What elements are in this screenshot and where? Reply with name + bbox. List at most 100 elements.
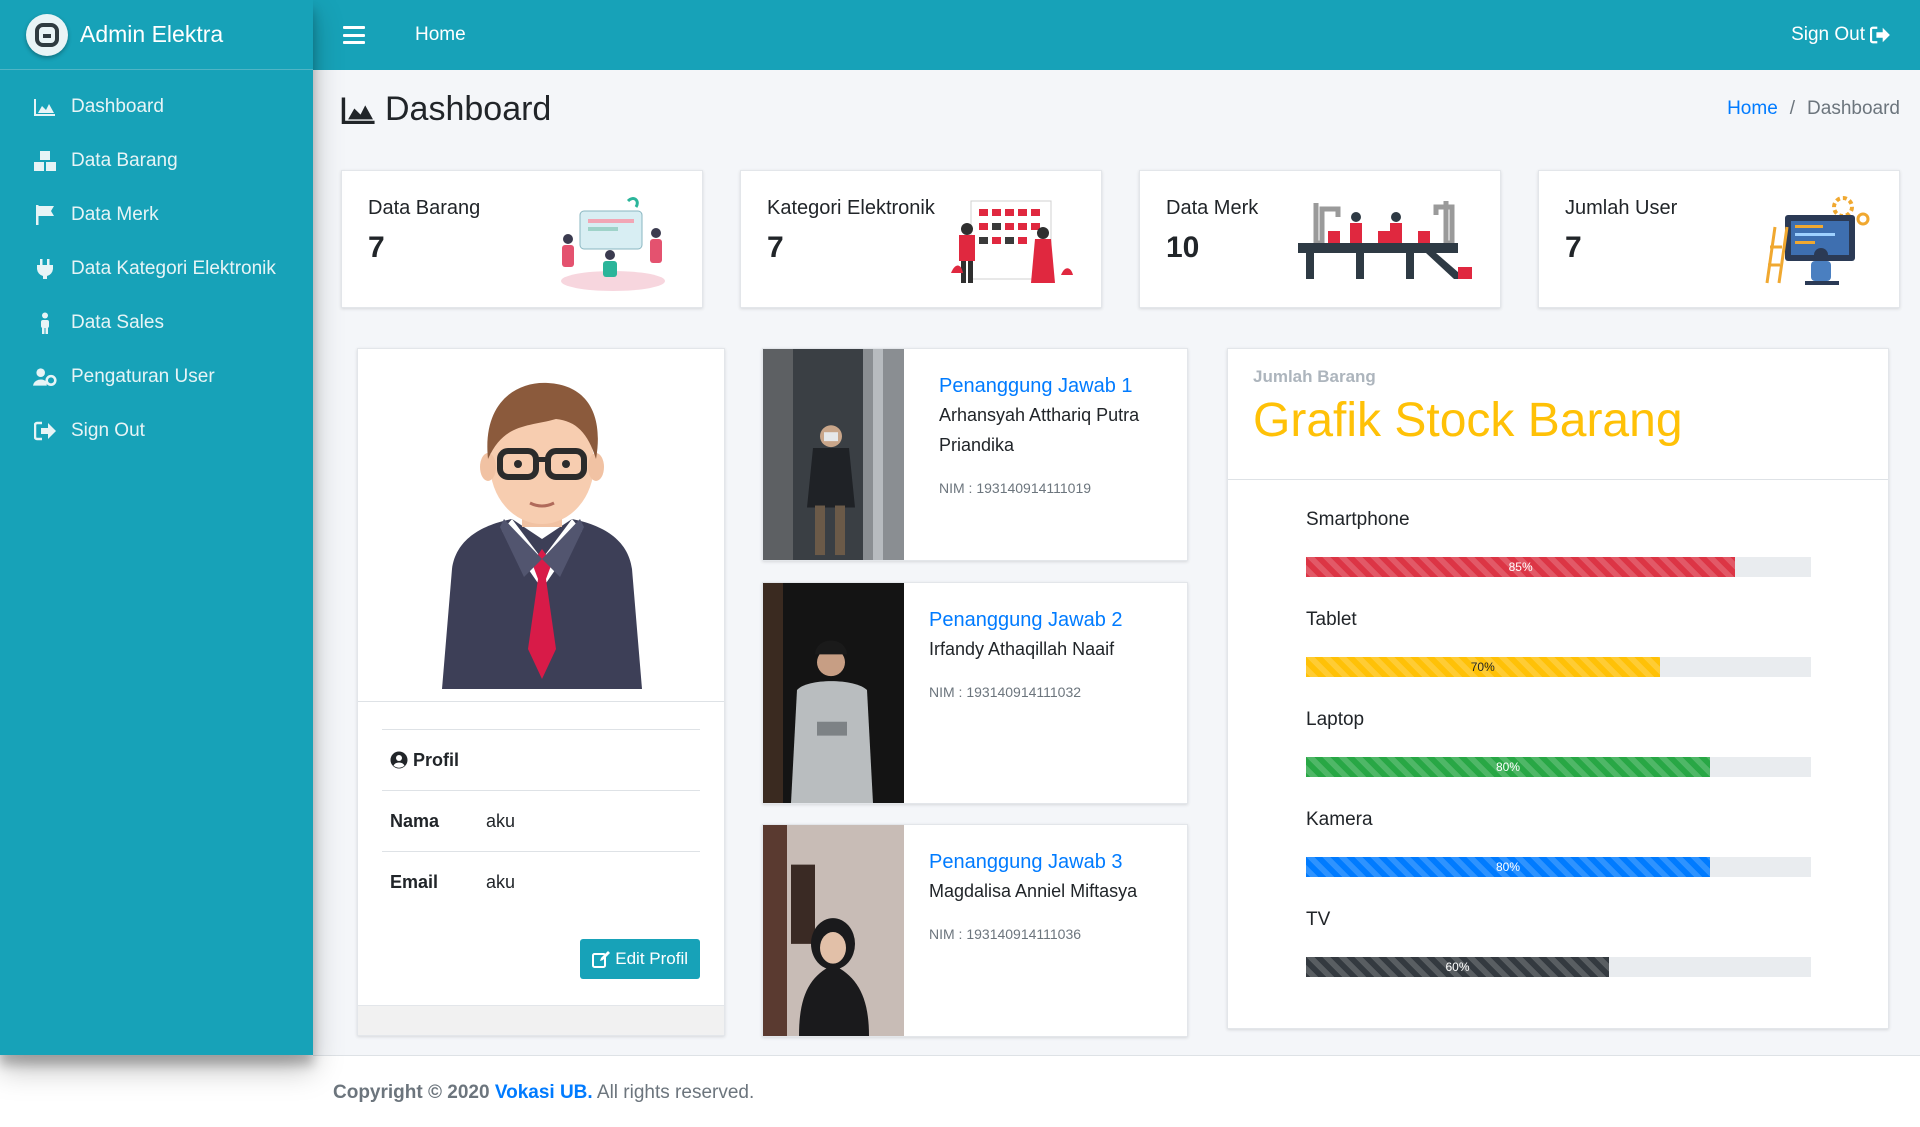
breadcrumb-separator: / <box>1789 98 1796 119</box>
breadcrumb-home[interactable]: Home <box>1727 98 1778 120</box>
chart-subtitle: Jumlah Barang <box>1253 367 1376 386</box>
progress-group-kamera: Kamera 80% <box>1306 809 1811 877</box>
progress-track: 60% <box>1306 957 1811 977</box>
sidebar-item-data-kategori-elektronik[interactable]: Data Kategori Elektronik <box>0 242 313 296</box>
person-card-3: Penanggung Jawab 3 Magdalisa Anniel Mift… <box>762 824 1188 1037</box>
profile-key: Email <box>390 871 439 892</box>
profile-heading: Profil <box>390 750 459 771</box>
person-card-1: Penanggung Jawab 1 Arhansyah Atthariq Pu… <box>762 348 1188 561</box>
person-title[interactable]: Penanggung Jawab 3 <box>929 851 1137 874</box>
profile-value: aku <box>486 871 516 892</box>
profile-card: Profil Nama aku Email aku Edit Profil <box>357 348 725 1036</box>
person-card-2: Penanggung Jawab 2 Irfandy Athaqillah Na… <box>762 582 1188 804</box>
sidebar-item-label: Data Sales <box>71 312 164 333</box>
sidebar-item-dashboard[interactable]: Dashboard <box>0 80 313 134</box>
stat-card-jumlah-user: Jumlah User 7 <box>1538 170 1900 308</box>
edit-profile-label: Edit Profil <box>615 949 688 968</box>
progress-group-smartphone: Smartphone 85% <box>1306 509 1811 577</box>
progress-group-tablet: Tablet 70% <box>1306 609 1811 677</box>
menu-toggle-icon[interactable] <box>343 26 365 44</box>
person-title[interactable]: Penanggung Jawab 2 <box>929 609 1123 632</box>
profile-value: aku <box>486 810 516 831</box>
stat-value: 7 <box>368 231 385 264</box>
brand-logo <box>26 13 68 56</box>
progress-bar-tablet: 70% <box>1306 657 1660 677</box>
progress-bar-smartphone: 85% <box>1306 557 1736 577</box>
footer-rights: All rights reserved. <box>592 1082 755 1103</box>
sidebar-item-sign-out[interactable]: Sign Out <box>0 404 313 458</box>
user-cog-icon <box>33 365 57 389</box>
profile-heading-text: Profil <box>413 749 460 770</box>
edit-icon <box>592 951 611 968</box>
stat-value: 10 <box>1166 231 1200 264</box>
board-illustration <box>951 200 1073 283</box>
sidebar-item-pengaturan-user[interactable]: Pengaturan User <box>0 350 313 404</box>
edit-profile-button[interactable]: Edit Profil <box>580 939 700 979</box>
chart-area-icon <box>33 95 57 119</box>
progress-bar-laptop: 80% <box>1306 757 1710 777</box>
sidebar-item-label: Data Merk <box>71 204 159 225</box>
progress-track: 80% <box>1306 757 1811 777</box>
person-nim: NIM : 193140914111032 <box>929 684 1082 700</box>
progress-group-laptop: Laptop 80% <box>1306 709 1811 777</box>
stat-value: 7 <box>1565 231 1582 264</box>
profile-heading-row: Profil <box>382 729 700 790</box>
top-home-link[interactable]: Home <box>415 24 466 46</box>
profile-card-footer <box>358 1005 724 1035</box>
breadcrumb-current: Dashboard <box>1807 98 1900 119</box>
stat-card-kategori-elektronik: Kategori Elektronik 7 <box>740 170 1102 308</box>
person-info: Penanggung Jawab 2 Irfandy Athaqillah Na… <box>929 609 1123 700</box>
plug-icon <box>33 257 57 281</box>
progress-track: 80% <box>1306 857 1811 877</box>
person-info: Penanggung Jawab 3 Magdalisa Anniel Mift… <box>929 851 1137 942</box>
page-title: Dashboard <box>341 90 551 129</box>
user-circle-icon <box>390 751 408 769</box>
footer: Copyright © 2020 Vokasi UB. All rights r… <box>313 1055 1920 1127</box>
top-sign-out-label: Sign Out <box>1791 24 1865 45</box>
sidebar-nav: Dashboard Data Barang Data Merk Data Kat… <box>0 70 313 458</box>
sidebar-item-label: Dashboard <box>71 96 164 117</box>
progress-bar-kamera: 80% <box>1306 857 1710 877</box>
sidebar-item-data-barang[interactable]: Data Barang <box>0 134 313 188</box>
stat-value: 7 <box>767 231 784 264</box>
person-name: Arhansyah Atthariq Putra Priandika <box>939 405 1140 455</box>
stat-label: Data Merk <box>1166 197 1259 219</box>
sidebar-item-label: Pengaturan User <box>71 366 215 387</box>
progress-group-tv: TV 60% <box>1306 909 1811 977</box>
progress-label: Kamera <box>1306 809 1373 830</box>
person-photo <box>763 825 904 1036</box>
top-navbar: Home Sign Out <box>313 0 1920 70</box>
person-photo <box>763 349 904 560</box>
sidebar: Admin Elektra Dashboard Data Barang Data… <box>0 0 313 1055</box>
person-name: Irfandy Athaqillah Naaif <box>929 639 1115 659</box>
sidebar-item-data-merk[interactable]: Data Merk <box>0 188 313 242</box>
sidebar-item-data-sales[interactable]: Data Sales <box>0 296 313 350</box>
progress-label: Laptop <box>1306 709 1365 730</box>
content-wrapper: Dashboard Home / Dashboard Data Barang 7… <box>313 70 1920 1055</box>
page-title-text: Dashboard <box>385 90 552 128</box>
progress-track: 85% <box>1306 557 1811 577</box>
stat-card-data-barang: Data Barang 7 <box>341 170 703 308</box>
team-illustration <box>561 197 665 291</box>
flag-icon <box>33 203 57 227</box>
chart-title: Grafik Stock Barang <box>1253 394 1683 447</box>
profile-divider <box>358 701 724 702</box>
person-photo <box>763 583 904 803</box>
profile-table: Profil Nama aku Email aku <box>382 729 700 912</box>
top-sign-out-link[interactable]: Sign Out <box>1791 0 1890 70</box>
sidebar-item-label: Data Kategori Elektronik <box>71 258 276 279</box>
footer-link[interactable]: Vokasi UB. <box>495 1082 593 1103</box>
brand-name: Admin Elektra <box>80 21 224 47</box>
user-avatar <box>442 382 642 689</box>
stat-label: Kategori Elektronik <box>767 197 935 219</box>
chart-divider <box>1228 479 1888 480</box>
person-nim: NIM : 193140914111036 <box>929 926 1082 942</box>
progress-bar-tv: 60% <box>1306 957 1609 977</box>
footer-copyright: Copyright © 2020 <box>333 1082 495 1103</box>
chart-area-icon <box>341 97 375 124</box>
breadcrumb: Home / Dashboard <box>1727 98 1900 120</box>
sign-out-icon <box>33 419 57 443</box>
person-title[interactable]: Penanggung Jawab 1 <box>939 375 1159 398</box>
brand-link[interactable]: Admin Elektra <box>0 0 313 70</box>
profile-row-email: Email aku <box>382 851 700 912</box>
